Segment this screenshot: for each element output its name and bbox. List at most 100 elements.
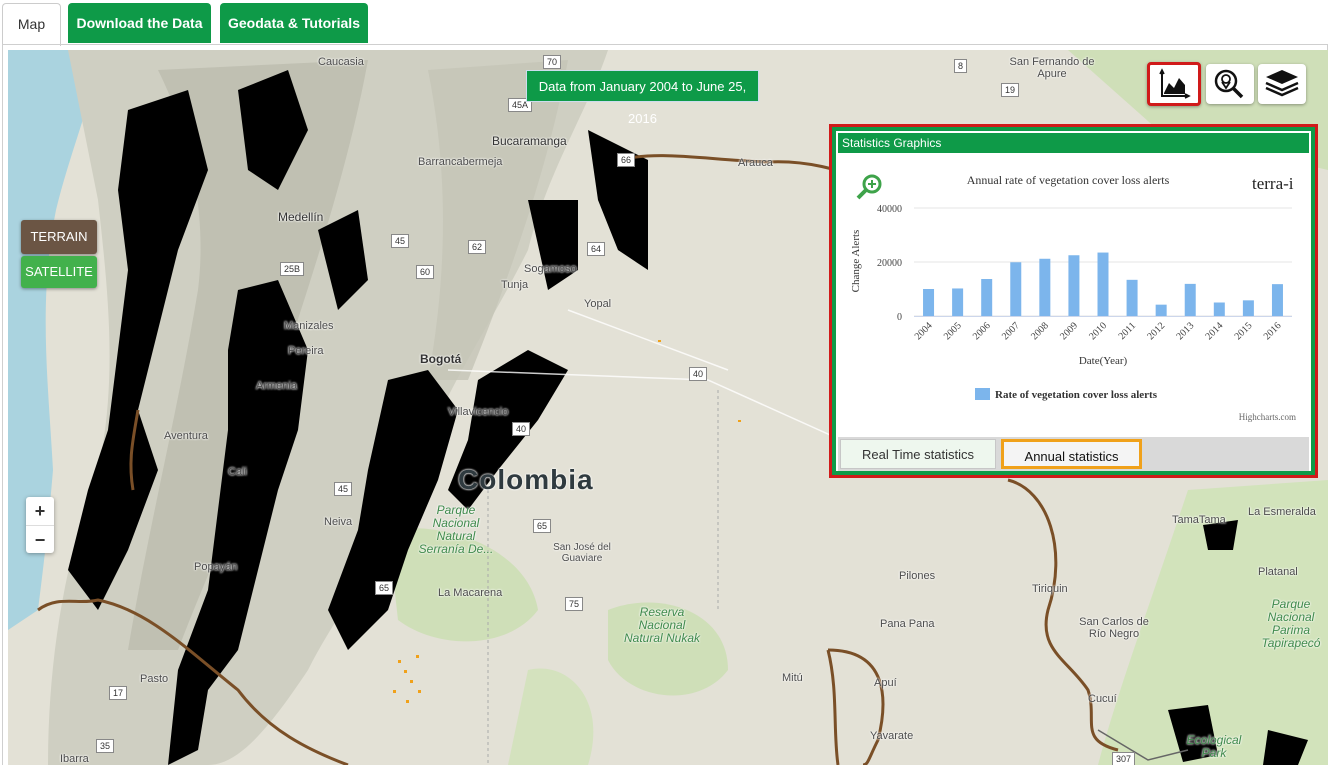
- map-label-city: TamaTama: [1172, 514, 1226, 526]
- terrain-button[interactable]: TERRAIN: [21, 220, 97, 254]
- road-shield: 307: [1112, 752, 1136, 765]
- map-label-park: Ecological Park: [1186, 733, 1242, 760]
- chart-bar[interactable]: [1010, 262, 1022, 316]
- map-label-city: San Fernando de Apure: [1009, 56, 1095, 80]
- chart-svg: Annual rate of vegetation cover loss ale…: [850, 173, 1296, 422]
- road-shield: 25B: [280, 262, 305, 276]
- map-label-city: Apuí: [874, 677, 897, 689]
- map-label-city: Armenia: [256, 380, 297, 392]
- chart-x-axis-label: Date(Year): [1079, 355, 1128, 367]
- date-range-badge: Data from January 2004 to June 25, 2016: [526, 70, 759, 126]
- chart-x-tick-label: 2007: [1000, 320, 1022, 342]
- chart-bar[interactable]: [952, 288, 964, 316]
- legend-label[interactable]: Rate of vegetation cover loss alerts: [995, 389, 1158, 401]
- chart-y-tick-label: 20000: [877, 258, 902, 269]
- map-label-city: Cucuí: [1088, 693, 1117, 705]
- map-search-button[interactable]: [1206, 64, 1254, 104]
- chart-bar[interactable]: [1126, 279, 1138, 316]
- map-label-city: Barrancabermeja: [418, 156, 503, 168]
- chart-x-tick-label: 2009: [1058, 320, 1080, 342]
- zoom-control: + −: [26, 497, 54, 553]
- zoom-out-button[interactable]: −: [26, 526, 54, 554]
- zoom-in-button[interactable]: +: [26, 497, 54, 526]
- map-label-city: Pana Pana: [880, 618, 935, 630]
- statistics-chart-button[interactable]: [1147, 62, 1201, 106]
- tab-annual-statistics[interactable]: Annual statistics: [1001, 439, 1142, 469]
- road-shield: 62: [468, 240, 487, 254]
- map-label-city: Manizales: [284, 320, 334, 332]
- map-label-city: Mitú: [782, 672, 803, 684]
- highcharts-credit[interactable]: Highcharts.com: [1239, 412, 1296, 422]
- map-label-city: Caucasia: [318, 56, 364, 68]
- tab-geodata-tutorials[interactable]: Geodata & Tutorials: [220, 3, 368, 43]
- chart-container: Annual rate of vegetation cover loss ale…: [838, 155, 1309, 437]
- top-tabs: Map Download the Data Geodata & Tutorial…: [0, 0, 1333, 46]
- chart-bar[interactable]: [923, 289, 935, 316]
- map-label-city: Pereira: [288, 345, 324, 357]
- road-shield: 60: [416, 265, 435, 279]
- road-shield: 75: [565, 597, 584, 611]
- map-label-city: La Esmeralda: [1248, 506, 1316, 518]
- chart-x-tick-label: 2014: [1204, 320, 1226, 342]
- chart-y-tick-label: 40000: [877, 204, 902, 215]
- map-label-city: Yopal: [584, 298, 612, 310]
- road-shield: 70: [543, 55, 562, 69]
- road-shield: 66: [617, 153, 636, 167]
- chart-bar[interactable]: [1271, 284, 1283, 316]
- map-label-city: Neiva: [324, 516, 353, 528]
- chart-x-tick-label: 2013: [1174, 320, 1196, 342]
- map-label-park: Reserva Nacional Natural Nukak: [623, 605, 701, 645]
- statistics-panel-body: Statistics Graphics Annual rate of veget…: [836, 131, 1311, 471]
- chart-icon: [1159, 68, 1191, 99]
- chart-bar[interactable]: [1184, 283, 1196, 316]
- map-label-city: San José del Guaviare: [553, 542, 611, 564]
- chart-x-tick-label: 2004: [913, 320, 935, 342]
- map-label-city: Platanal: [1258, 566, 1298, 578]
- statistics-panel: Statistics Graphics Annual rate of veget…: [829, 124, 1318, 478]
- road-shield: 19: [1001, 83, 1020, 97]
- terra-i-logo: terra-i: [1252, 174, 1294, 193]
- satellite-button[interactable]: SATELLITE: [21, 256, 97, 288]
- chart-x-tick-label: 2005: [942, 320, 964, 342]
- chart-x-tick-label: 2011: [1117, 320, 1139, 342]
- tab-real-time-statistics[interactable]: Real Time statistics: [840, 439, 996, 469]
- legend-swatch[interactable]: [975, 388, 990, 400]
- layers-button[interactable]: [1258, 64, 1306, 104]
- chart-bar[interactable]: [1155, 304, 1167, 316]
- road-shield: 17: [109, 686, 128, 700]
- map-label-city: Tunja: [501, 279, 529, 291]
- chart-bar[interactable]: [1097, 252, 1109, 316]
- map-label-city: La Macarena: [438, 587, 503, 599]
- chart-x-tick-label: 2010: [1087, 320, 1109, 342]
- chart-bar[interactable]: [981, 279, 993, 316]
- map-label-city: Tiriquin: [1032, 583, 1068, 595]
- map-label-city: Yavarate: [870, 730, 914, 742]
- chart-bar[interactable]: [1213, 302, 1225, 317]
- tab-map[interactable]: Map: [2, 3, 61, 46]
- zoom-magnifier-icon[interactable]: [856, 174, 882, 200]
- map-search-icon: [1214, 69, 1244, 99]
- tab-download-data[interactable]: Download the Data: [68, 3, 211, 43]
- road-shield: 40: [689, 367, 708, 381]
- map-label-city: Pasto: [140, 673, 169, 685]
- chart-x-ticks: 2004 2005 2006 2007 2008 2009 2010 2011 2012 2013…: [913, 316, 1292, 342]
- chart-x-tick-label: 2006: [971, 320, 993, 342]
- road-shield: 64: [587, 242, 606, 256]
- layers-icon: [1265, 70, 1299, 97]
- road-shield: 8: [954, 59, 968, 73]
- statistics-panel-title: Statistics Graphics: [838, 133, 1309, 153]
- map-label-country: Colombia: [458, 464, 594, 495]
- map-label-city: Villavicencio: [448, 406, 509, 418]
- chart-bar[interactable]: [1068, 255, 1080, 316]
- chart-x-tick-label: 2008: [1029, 320, 1051, 342]
- map-label-city: Medellín: [278, 210, 324, 224]
- chart-y-ticks: 0 20000 40000: [877, 204, 902, 323]
- chart-x-tick-label: 2012: [1145, 320, 1167, 342]
- chart-y-axis-label: Change Alerts: [850, 230, 862, 293]
- chart-bar[interactable]: [1039, 258, 1051, 316]
- map-label-city: Cali: [228, 466, 247, 478]
- chart-bar[interactable]: [1242, 300, 1254, 316]
- chart-x-tick-label: 2015: [1233, 320, 1255, 342]
- map-label-city: Aventura: [164, 430, 208, 442]
- map-label-city: San Carlos de Río Negro: [1079, 616, 1149, 640]
